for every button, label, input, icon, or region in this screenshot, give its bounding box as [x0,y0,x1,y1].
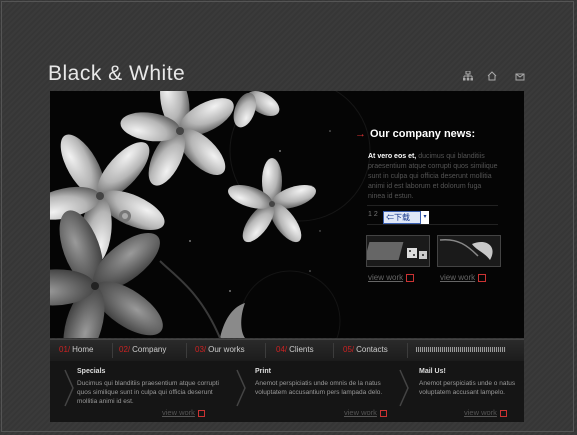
nav-num: 02/ [119,345,131,354]
view-work-link-1[interactable]: view work [368,273,415,282]
nav-separator [112,343,113,358]
mail-us-title: Mail Us! [419,368,446,375]
view-work-label: view work [368,273,404,282]
nav-label: Our works [208,345,245,354]
specials-title: Specials [77,368,106,375]
news-body: ducimus qui blanditiis praesentium atque… [368,153,498,200]
arrow-right-icon: → [355,128,366,140]
view-work-label: view work [464,408,497,417]
nav-label: Company [132,345,167,354]
nav-num: 01/ [59,345,71,354]
nav-label: Clients [289,345,314,354]
divider [367,224,498,225]
mail-us-view-work-link[interactable]: view work [464,408,507,417]
ime-arrow-icon: ⇐ [386,213,394,222]
view-work-label: view work [162,408,195,417]
work-thumbnail-2[interactable] [437,235,501,267]
mail-us-text: Anemot perspiciatis unde o natus volupta… [419,380,516,396]
work-thumbnail-1[interactable] [364,235,430,267]
arrow-icon [406,273,415,282]
specials-text: Ducimus qui blanditiis praesentium atque… [77,380,219,405]
print-text: Anemot perspiciatis unde omnis de la nat… [255,380,383,396]
chevron-right-icon [236,369,246,407]
site-logo[interactable]: Black & White [48,62,185,86]
nav-separator [407,343,408,358]
nav-item-company[interactable]: 02/Company [119,345,166,354]
nav-item-home[interactable]: 01/Home [59,345,93,354]
nav-label: Contacts [356,345,388,354]
news-text: At vero eos et, ducimus qui blanditiis p… [368,152,498,202]
view-work-link-2[interactable]: view work [440,273,487,282]
print-title: Print [255,368,271,375]
specials-view-work-link[interactable]: view work [162,408,205,417]
news-lead: At vero eos et, [368,153,417,160]
nav-item-clients[interactable]: 04/Clients [276,345,314,354]
nav-separator [333,343,334,358]
news-title-text: Our company news: [370,128,476,140]
arrow-icon [478,273,487,282]
arrow-icon [499,409,507,417]
scroll-track[interactable] [416,347,506,352]
news-pager[interactable]: 1 2 [368,211,378,218]
mail-icon[interactable] [515,71,525,81]
view-work-label: view work [440,273,476,282]
nav-num: 05/ [343,345,355,354]
nav-separator [265,343,266,358]
dice-image [364,242,427,260]
ime-dropdown-button[interactable]: ▾ [420,211,429,224]
nav-item-our-works[interactable]: 03/Our works [195,345,245,354]
leaf-image [439,238,493,260]
nav-num: 03/ [195,345,207,354]
chevron-right-icon [399,369,409,407]
news-heading: → Our company news: [355,128,475,140]
nav-separator [186,343,187,358]
ime-label: 下载 [394,213,410,222]
nav-label: Home [72,345,94,354]
nav-item-contacts[interactable]: 05/Contacts [343,345,388,354]
arrow-icon [379,409,387,417]
divider [367,205,498,206]
chevron-right-icon [64,369,74,407]
home-icon[interactable] [487,71,497,81]
arrow-icon [197,409,205,417]
nav-num: 04/ [276,345,288,354]
sitemap-icon[interactable] [463,71,473,81]
print-view-work-link[interactable]: view work [344,408,387,417]
view-work-label: view work [344,408,377,417]
